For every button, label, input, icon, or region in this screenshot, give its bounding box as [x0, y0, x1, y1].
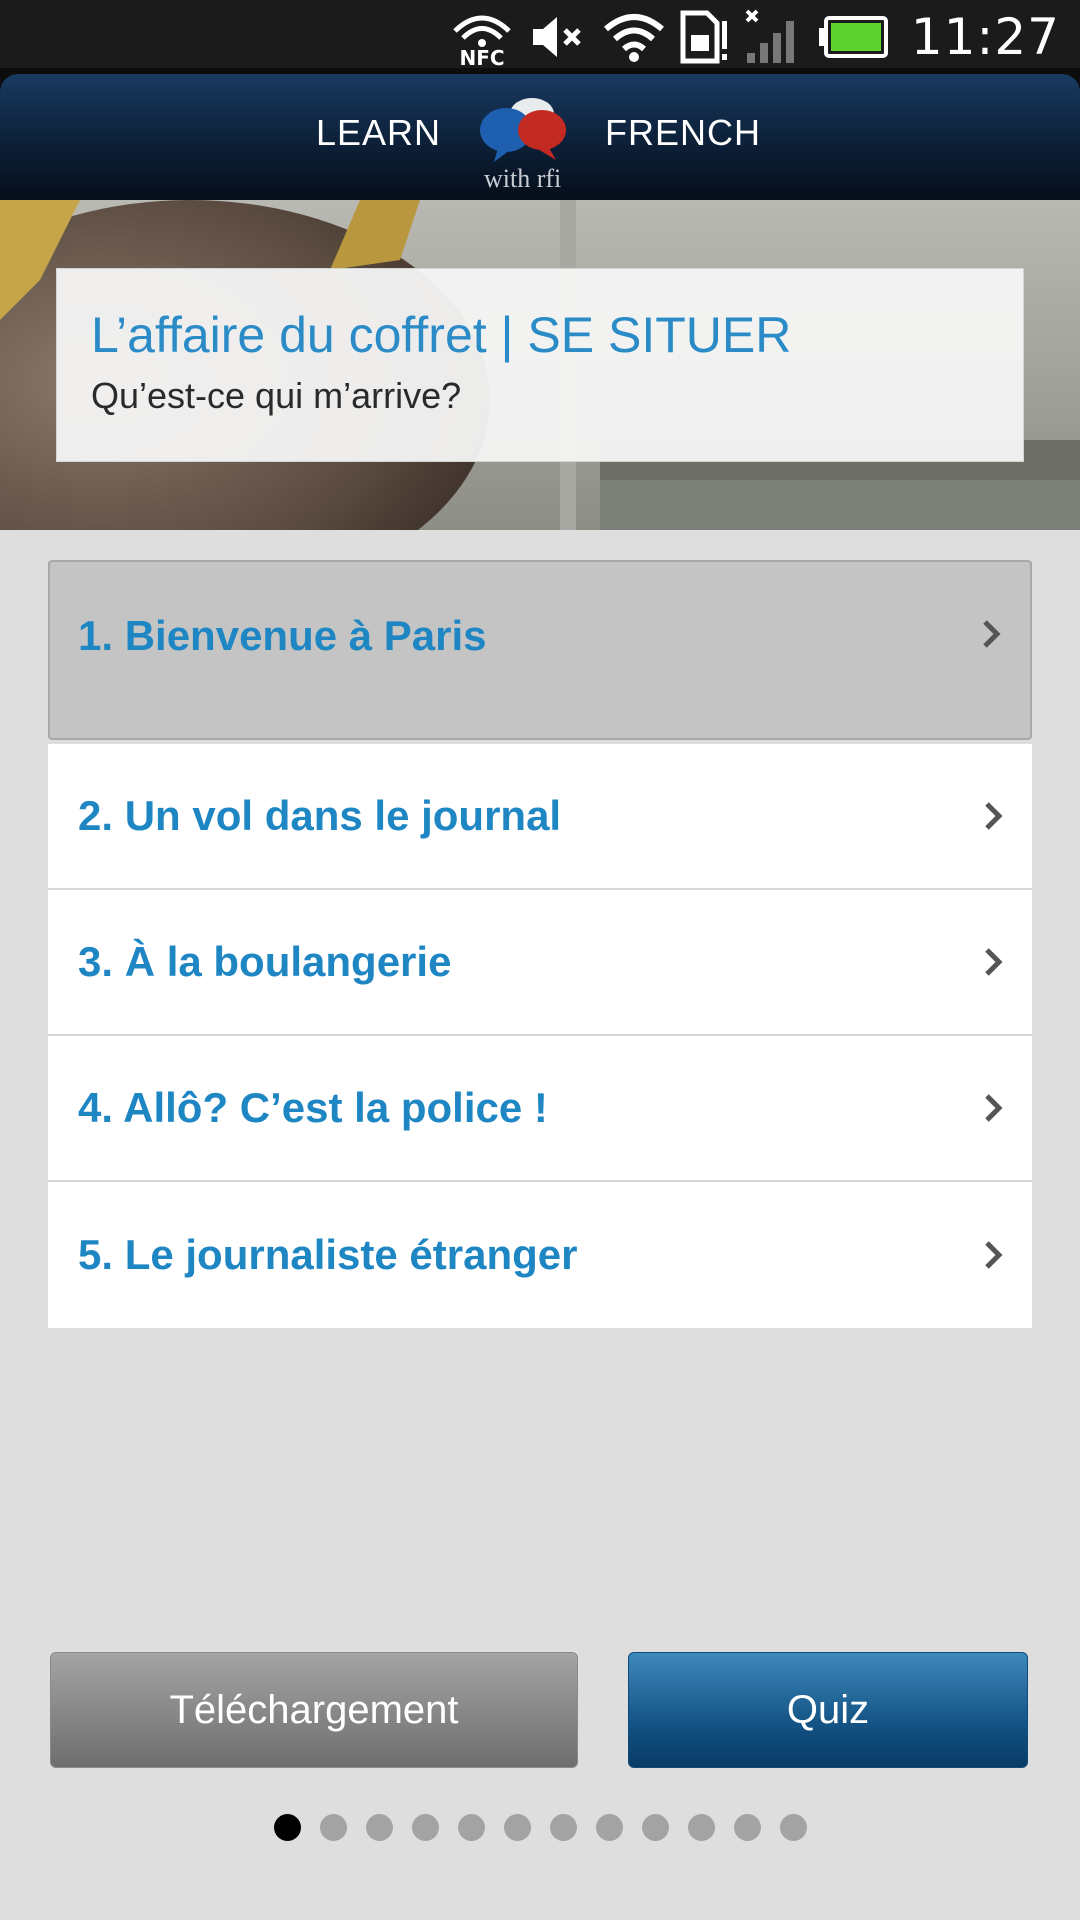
chevron-right-icon [985, 1241, 1003, 1269]
page-indicator [0, 1814, 1080, 1841]
logo-learn-text: LEARN [316, 112, 442, 153]
page-dot-12[interactable] [779, 1814, 807, 1841]
svg-text:NFC: NFC [459, 46, 504, 67]
signal-icon [745, 9, 794, 63]
mute-icon [532, 17, 581, 57]
episode-banner: L’affaire du coffret | SE SITUER Qu’est-… [0, 200, 1080, 530]
page-dot-3[interactable] [365, 1814, 393, 1841]
chevron-right-icon [983, 620, 1001, 648]
chapter-item-1[interactable]: 1. Bienvenue à Paris [48, 560, 1032, 740]
chapter-label: 5. Le journaliste étranger [78, 1231, 578, 1278]
sim-warning-icon [680, 10, 727, 64]
chapter-label: 4. Allô? C’est la police ! [78, 1084, 548, 1131]
page-dot-11[interactable] [733, 1814, 761, 1841]
nfc-icon: NFC [453, 15, 511, 67]
page-dot-10[interactable] [687, 1814, 715, 1841]
chapter-item-2[interactable]: 2. Un vol dans le journal [48, 744, 1032, 890]
logo-french-text: FRENCH [605, 112, 761, 153]
page-dot-5[interactable] [457, 1814, 485, 1841]
status-icons: NFC 11:27 [449, 0, 1060, 74]
page-dot-7[interactable] [549, 1814, 577, 1841]
chapter-label: 2. Un vol dans le journal [78, 792, 562, 839]
page-dot-9[interactable] [641, 1814, 669, 1841]
banner-card: L’affaire du coffret | SE SITUER Qu’est-… [56, 268, 1024, 462]
chat-bubbles-logo-icon [480, 98, 566, 162]
episode-title: L’affaire du coffret | SE SITUER [91, 307, 792, 363]
page-dot-1[interactable] [273, 1814, 301, 1841]
status-bar: NFC 11:27 [0, 0, 1080, 74]
wifi-icon [603, 14, 664, 62]
quiz-button[interactable]: Quiz [628, 1652, 1028, 1768]
page-dot-2[interactable] [319, 1814, 347, 1841]
page-dot-8[interactable] [595, 1814, 623, 1841]
chevron-right-icon [985, 948, 1003, 976]
chapter-item-5[interactable]: 5. Le journaliste étranger [48, 1182, 1032, 1328]
chapter-label: 1. Bienvenue à Paris [78, 612, 487, 659]
status-time: 11:27 [910, 8, 1060, 66]
chapter-list: 1. Bienvenue à Paris 2. Un vol dans le j… [48, 560, 1032, 1328]
chapter-item-4[interactable]: 4. Allô? C’est la police ! [48, 1036, 1032, 1182]
chapter-item-3[interactable]: 3. À la boulangerie [48, 890, 1032, 1036]
chapter-label: 3. À la boulangerie [78, 938, 452, 985]
chevron-right-icon [985, 802, 1003, 830]
page-dot-4[interactable] [411, 1814, 439, 1841]
chevron-right-icon [985, 1094, 1003, 1122]
episode-subtitle: Qu’est-ce qui m’arrive? [91, 375, 462, 416]
download-button[interactable]: Téléchargement [50, 1652, 578, 1768]
battery-icon [818, 16, 888, 58]
logo-subtitle: with rfi [484, 164, 562, 193]
app-header: LEARN FRENCH with rfi [0, 74, 1080, 200]
page-dot-6[interactable] [503, 1814, 531, 1841]
